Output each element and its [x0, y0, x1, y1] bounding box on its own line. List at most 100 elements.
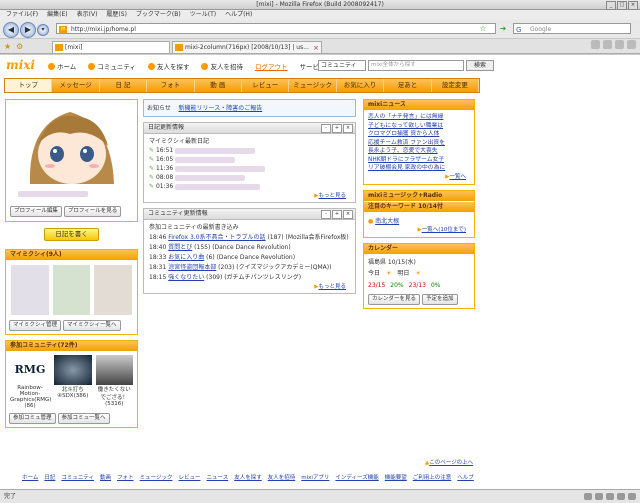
tab-mixi-2column[interactable]: mixi-2column(716px) [2008/10/13] | us...…	[172, 41, 322, 53]
mymixi-list-button[interactable]: マイミクシィ一覧へ	[63, 320, 121, 331]
news-item[interactable]: 恋人の「ナチ発言」には無縁	[368, 113, 470, 122]
footer-link[interactable]: 機能要望	[385, 473, 407, 481]
menu-edit[interactable]: 編集(E)	[47, 10, 67, 20]
tab-photo[interactable]: フォト	[147, 79, 195, 92]
footer-link[interactable]: 友人を探す	[234, 473, 262, 481]
tab-close-icon[interactable]: ×	[313, 42, 319, 53]
diary-row[interactable]: ✎ 16:05	[149, 155, 350, 164]
footer-link[interactable]: インディーズ機能	[335, 473, 378, 481]
footer-link[interactable]: レビュー	[178, 473, 200, 481]
news-item[interactable]: 子どもになって欲しい職業は	[368, 122, 470, 131]
topic-link[interactable]: 涼宮怪盗団報本部	[168, 264, 216, 271]
footer-link[interactable]: ご利用上の注意	[413, 473, 452, 481]
footer-link[interactable]: ホーム	[22, 473, 38, 481]
page-top-link[interactable]: ▲このページの上へ	[425, 458, 473, 466]
manage-mymixi-button[interactable]: マイミクシィ管理	[9, 320, 62, 331]
footer-link[interactable]: コミュニティ	[61, 473, 94, 481]
minimize-icon[interactable]: -	[321, 124, 331, 133]
community-item[interactable]: RMG Rainbow-Motion-Graphics(RMG)(86)	[10, 355, 51, 409]
menu-history[interactable]: 履歴(S)	[106, 10, 127, 20]
community-item[interactable]: 働きたくないでござる！(5316)	[95, 355, 133, 409]
write-diary-button[interactable]: 日記を書く	[44, 228, 99, 241]
menu-bookmarks[interactable]: ブックマーク(B)	[136, 10, 181, 20]
tab-footprints[interactable]: 足あと	[384, 79, 432, 92]
close-icon[interactable]: ×	[343, 124, 353, 133]
nav-community[interactable]: コミュニティ	[88, 61, 136, 71]
menu-tools[interactable]: ツール(T)	[190, 10, 216, 20]
go-arrow-icon[interactable]: ➜	[498, 23, 508, 34]
minimize-icon[interactable]: -	[321, 210, 331, 219]
bookmark-icon[interactable]: ★	[4, 42, 11, 51]
forward-button[interactable]: ▶	[20, 22, 36, 38]
news-item[interactable]: 応援チーム救済 ファン出資を	[368, 139, 470, 148]
news-item[interactable]: リア破棚会見 家政の中の為に	[368, 164, 470, 173]
news-item[interactable]: クロマグロ捕獲 資から人体	[368, 130, 470, 139]
nav-find-friends[interactable]: 友人を探す	[147, 61, 189, 71]
news-item[interactable]: 長永よう子、恋愛で大喪失	[368, 147, 470, 156]
mymixi-header[interactable]: マイミクシィ(9人)	[6, 250, 137, 260]
friend-thumbnail[interactable]	[11, 265, 49, 315]
menu-help[interactable]: ヘルプ(H)	[225, 10, 252, 20]
back-button[interactable]: ◀	[3, 22, 19, 38]
tab-message[interactable]: メッセージ	[52, 79, 100, 92]
mail-icon[interactable]	[615, 40, 624, 49]
nav-logout[interactable]: ログアウト	[255, 61, 288, 71]
search-scope-select[interactable]: コミュニティ	[318, 60, 366, 71]
zoom-icon[interactable]	[627, 40, 636, 49]
footer-link[interactable]: ニュース	[206, 473, 228, 481]
maximize-button[interactable]: □	[617, 1, 627, 10]
menu-view[interactable]: 表示(V)	[77, 10, 98, 20]
close-icon[interactable]: ×	[343, 210, 353, 219]
keyword-item[interactable]: ● 南北大根	[368, 216, 470, 225]
community-list-button[interactable]: 参加コミュ一覧へ	[57, 413, 110, 424]
view-profile-button[interactable]: プロフィールを見る	[63, 206, 122, 217]
news-item[interactable]: NHK朝ドラにフラザーム女子	[368, 156, 470, 165]
topic-link[interactable]: 強くなりたい	[168, 274, 204, 281]
tab-settings[interactable]: 設定変更	[432, 79, 480, 92]
footer-link[interactable]: フォト	[117, 473, 134, 481]
manage-communities-button[interactable]: 参加コミュ管理	[9, 413, 56, 424]
tab-diary[interactable]: 日 記	[100, 79, 148, 92]
diary-row[interactable]: ✎ 01:36	[149, 182, 350, 191]
expand-icon[interactable]: +	[332, 210, 342, 219]
mixi-search-input[interactable]: mixi全体から探す	[368, 60, 464, 71]
mixi-search-button[interactable]: 検索	[466, 60, 494, 71]
addon-icon[interactable]	[584, 493, 592, 500]
edit-profile-button[interactable]: プロフィール編集	[10, 206, 62, 217]
addon-icon[interactable]	[617, 493, 625, 500]
search-input[interactable]: G Google	[513, 23, 631, 34]
footer-link[interactable]: ヘルプ	[457, 473, 474, 481]
tab-favorites[interactable]: お気に入り	[337, 79, 385, 92]
diary-more-link[interactable]: ▶もっと見る	[149, 191, 350, 199]
mixi-logo[interactable]: mixi	[6, 58, 35, 72]
tab-review[interactable]: レビュー	[242, 79, 290, 92]
tab-top[interactable]: トップ	[5, 79, 53, 92]
tab-music[interactable]: ミュージック	[289, 79, 337, 92]
footer-link[interactable]: 日記	[44, 473, 55, 481]
community-more-link[interactable]: ▶もっと見る	[149, 282, 350, 290]
news-more-link[interactable]: ▶一覧へ	[368, 173, 470, 182]
print-icon[interactable]	[603, 40, 612, 49]
topic-link[interactable]: Firefox 3.0系不具合・トラブルの話	[168, 234, 265, 241]
nav-invite[interactable]: 友人を招待	[201, 61, 243, 71]
topic-link[interactable]: 質問とび	[168, 244, 192, 251]
close-button[interactable]: ×	[628, 1, 638, 10]
addon-icon[interactable]	[628, 493, 636, 500]
addon-icon[interactable]	[595, 493, 603, 500]
settings-icon[interactable]: ⚙	[16, 42, 23, 51]
tab-mixi[interactable]: [mixi]	[52, 41, 170, 53]
expand-icon[interactable]: +	[332, 124, 342, 133]
footer-link[interactable]: mixiアプリ	[301, 473, 329, 481]
bookmark-star-icon[interactable]: ☆	[478, 23, 488, 34]
minimize-button[interactable]: _	[606, 1, 616, 10]
addon-icon[interactable]	[606, 493, 614, 500]
view-calendar-button[interactable]: カレンダーを見る	[368, 294, 421, 305]
footer-link[interactable]: 動画	[100, 473, 111, 481]
friend-thumbnail[interactable]	[94, 265, 133, 315]
friend-thumbnail[interactable]	[52, 265, 91, 315]
profile-photo[interactable]	[10, 104, 133, 184]
tab-video[interactable]: 動 画	[195, 79, 243, 92]
community-item[interactable]: 北斗打ち④SDX(386)	[54, 355, 92, 409]
communities-header[interactable]: 参加コミュニティ(72件)	[6, 341, 137, 351]
diary-row[interactable]: ✎ 11:36	[149, 164, 350, 173]
